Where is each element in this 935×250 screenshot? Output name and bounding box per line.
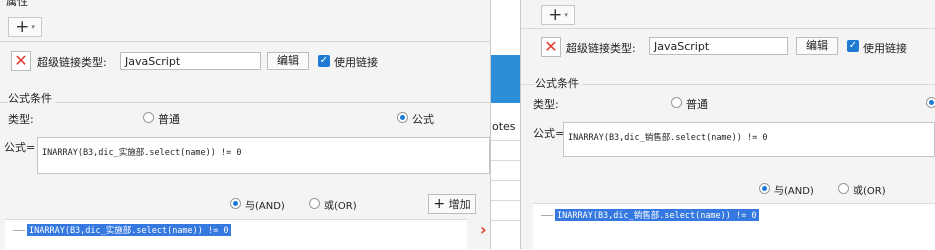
radio-or[interactable]: [309, 198, 320, 209]
chevron-down-icon: ▾: [564, 11, 568, 19]
tree-line: [13, 230, 25, 231]
delete-icon[interactable]: ✕: [541, 37, 561, 57]
move-right-icon[interactable]: ›: [480, 220, 487, 239]
plus-icon: +: [548, 5, 563, 25]
condition-list-item[interactable]: INARRAY(B3,dic_销售部.select(name)) != 0: [555, 209, 759, 221]
formula-condition-title: 公式条件: [535, 75, 582, 91]
radio-normal-label: 普通: [158, 113, 180, 126]
radio-normal[interactable]: [143, 112, 154, 123]
type-label: 类型:: [8, 113, 34, 126]
delete-icon[interactable]: ✕: [11, 51, 31, 71]
hyperlink-type-field[interactable]: JavaScript: [120, 52, 261, 70]
grid-line: [491, 220, 521, 221]
add-button-label: 增加: [448, 198, 471, 211]
use-link-checkbox[interactable]: ✓: [847, 40, 859, 52]
grid-line: [491, 180, 521, 181]
section-title: 属性: [6, 0, 28, 8]
grid-line: [491, 140, 521, 141]
radio-selected-dot: [233, 201, 238, 206]
radio-and[interactable]: [230, 198, 241, 209]
grid-line: [491, 200, 521, 201]
formula-label: 公式=: [4, 141, 36, 154]
use-link-checkbox[interactable]: ✓: [318, 55, 330, 67]
formula-text: INARRAY(B3,dic_实施部.select(name)) != 0: [42, 148, 242, 158]
radio-selected-dot: [762, 186, 767, 191]
radio-formula[interactable]: [397, 112, 408, 123]
sheet-tab-blue: [491, 55, 521, 103]
add-dropdown-button[interactable]: + ▾: [8, 17, 42, 37]
group-border: [0, 102, 490, 103]
formula-editor[interactable]: INARRAY(B3,dic_实施部.select(name)) != 0: [37, 137, 490, 174]
divider: [0, 41, 490, 42]
chevron-down-icon: ▾: [31, 23, 35, 31]
formula-text: INARRAY(B3,dic_销售部.select(name)) != 0: [568, 133, 768, 143]
radio-and[interactable]: [759, 183, 770, 194]
condition-list[interactable]: INARRAY(B3,dic_实施部.select(name)) != 0: [5, 219, 467, 250]
sheet-cell-text: otes: [492, 120, 516, 133]
radio-formula[interactable]: [926, 97, 935, 108]
or-label: 或(OR): [853, 186, 886, 197]
condition-list-item[interactable]: INARRAY(B3,dic_实施部.select(name)) != 0: [27, 224, 231, 236]
use-link-label: 使用链接: [863, 42, 907, 55]
type-label: 类型:: [533, 98, 559, 111]
add-dropdown-button[interactable]: + ▾: [541, 5, 575, 25]
use-link-label: 使用链接: [334, 56, 378, 69]
formula-condition-title: 公式条件: [8, 90, 55, 106]
hyperlink-type-label: 超级链接类型:: [37, 56, 107, 69]
divider: [521, 28, 935, 29]
edit-button[interactable]: 编辑: [796, 37, 838, 55]
hyperlink-type-field[interactable]: JavaScript: [649, 37, 788, 55]
group-border: [521, 84, 935, 85]
grid-line: [491, 160, 521, 161]
or-label: 或(OR): [324, 201, 357, 212]
radio-normal-label: 普通: [686, 98, 708, 111]
plus-icon: +: [15, 17, 30, 37]
plus-icon: +: [433, 196, 446, 212]
radio-normal[interactable]: [671, 97, 682, 108]
radio-selected-dot: [929, 100, 934, 105]
add-condition-button[interactable]: + 增加: [428, 194, 476, 214]
tree-line: [541, 215, 553, 216]
formula-label: 公式=: [533, 127, 565, 140]
radio-formula-label: 公式: [412, 113, 434, 126]
edit-button[interactable]: 编辑: [267, 52, 309, 70]
and-label: 与(AND): [774, 186, 814, 197]
and-label: 与(AND): [245, 201, 285, 212]
radio-selected-dot: [400, 115, 405, 120]
formula-editor[interactable]: INARRAY(B3,dic_销售部.select(name)) != 0: [563, 122, 935, 157]
hyperlink-type-label: 超级链接类型:: [566, 42, 636, 55]
radio-or[interactable]: [838, 183, 849, 194]
condition-list[interactable]: INARRAY(B3,dic_销售部.select(name)) != 0: [533, 203, 935, 250]
